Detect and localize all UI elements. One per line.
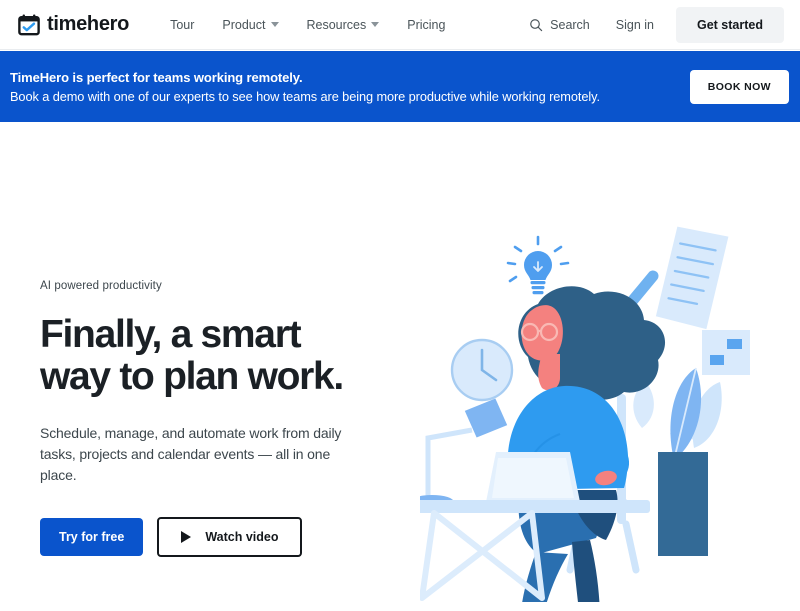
nav-item-label: Tour	[170, 17, 195, 32]
nav-right-actions: Search Sign in Get started	[529, 6, 784, 43]
nav-item-resources[interactable]: Resources	[293, 18, 394, 32]
book-now-button[interactable]: BOOK NOW	[689, 69, 789, 104]
document-icon	[655, 226, 729, 330]
nav-item-tour[interactable]: Tour	[156, 18, 208, 32]
lightbulb-icon	[506, 235, 570, 295]
woman-working-at-desk-illustration	[420, 202, 800, 602]
promo-banner: TimeHero is perfect for teams working re…	[0, 51, 800, 122]
clock-icon	[450, 338, 514, 402]
nav-item-label: Resources	[306, 17, 367, 32]
headline-line-1: Finally, a smart	[40, 313, 302, 356]
neck	[538, 354, 560, 391]
watch-video-button[interactable]: Watch video	[157, 517, 303, 557]
plant-pot	[658, 452, 708, 556]
hero-subheading: Schedule, manage, and automate work from…	[40, 423, 350, 486]
play-icon	[181, 531, 192, 543]
seated-woman	[507, 286, 666, 602]
headline-line-2: way to plan work.	[40, 355, 344, 398]
get-started-button[interactable]: Get started	[676, 6, 784, 43]
search-button[interactable]: Search	[529, 18, 590, 32]
sign-in-link[interactable]: Sign in	[616, 18, 654, 32]
try-for-free-button[interactable]: Try for free	[40, 518, 144, 556]
promo-banner-title: TimeHero is perfect for teams working re…	[10, 69, 303, 85]
brand-logo[interactable]: timehero	[18, 13, 129, 36]
landing-page: timehero Tour Product Resources Pricing	[0, 0, 800, 611]
calendar-check-icon	[18, 13, 40, 36]
hero-section: AI powered productivity Finally, a smart…	[0, 122, 800, 611]
search-icon	[529, 18, 543, 32]
watch-video-label: Watch video	[205, 530, 279, 544]
hero-eyebrow: AI powered productivity	[40, 280, 162, 292]
chevron-down-icon	[270, 22, 279, 27]
laptop	[486, 452, 580, 502]
hero-cta-row: Try for free Watch video	[40, 517, 380, 557]
nav-item-label: Product	[222, 17, 266, 32]
potted-plant	[633, 367, 722, 556]
nav-item-pricing[interactable]: Pricing	[393, 18, 459, 32]
subhead-line-2: tasks, projects and calendar events — al…	[40, 446, 331, 483]
card-icon	[702, 330, 750, 375]
promo-banner-subtitle: Book a demo with one of our experts to s…	[10, 88, 600, 104]
top-navigation-bar: timehero Tour Product Resources Pricing	[0, 0, 800, 50]
chevron-down-icon	[371, 22, 380, 27]
brand-name: timehero	[47, 13, 130, 35]
primary-nav-links: Tour Product Resources Pricing	[156, 18, 459, 32]
promo-banner-text: TimeHero is perfect for teams working re…	[10, 68, 600, 106]
search-label: Search	[550, 17, 590, 32]
subhead-line-1: Schedule, manage, and automate work from…	[40, 425, 342, 441]
nav-item-label: Pricing	[407, 17, 446, 32]
page-title: Finally, a smart way to plan work.	[40, 314, 380, 398]
nav-item-product[interactable]: Product	[208, 18, 292, 32]
hero-copy: AI powered productivity Finally, a smart…	[40, 280, 380, 557]
